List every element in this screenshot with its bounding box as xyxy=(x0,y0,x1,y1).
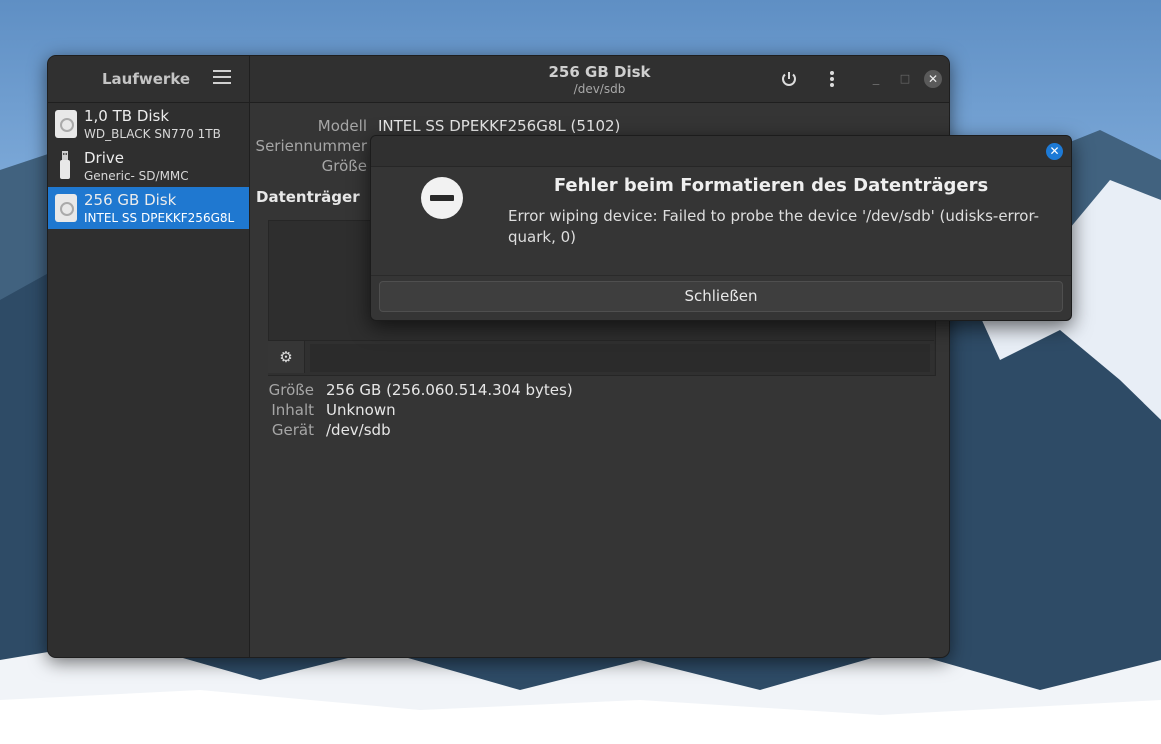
volume-size-value: 256 GB (256.060.514.304 bytes) xyxy=(326,381,573,399)
dialog-message: Error wiping device: Failed to probe the… xyxy=(508,207,1040,246)
divider xyxy=(371,275,1071,276)
sidebar-item-1tb-disk[interactable]: 1,0 TB Disk WD_BLACK SN770 1TB xyxy=(48,103,249,145)
close-button[interactable]: Schließen xyxy=(379,281,1063,312)
volume-content-value: Unknown xyxy=(326,401,396,419)
sidebar: Laufwerke 1,0 TB Disk WD_BLACK SN770 1TB… xyxy=(48,56,250,657)
sidebar-header: Laufwerke xyxy=(48,56,249,103)
drive-name: 256 GB Disk xyxy=(84,191,177,209)
power-off-icon[interactable] xyxy=(778,68,800,90)
usb-drive-icon xyxy=(60,151,70,179)
sidebar-title: Laufwerke xyxy=(102,70,191,88)
disk-icon xyxy=(55,110,77,138)
more-options-icon[interactable] xyxy=(821,68,843,90)
error-icon xyxy=(421,177,463,219)
close-dialog-icon[interactable]: ✕ xyxy=(1046,143,1063,160)
drive-detail: Generic- SD/MMC xyxy=(84,169,189,183)
size-label: Größe xyxy=(321,157,367,175)
sidebar-item-sd-drive[interactable]: Drive Generic- SD/MMC xyxy=(48,145,249,187)
toolbar-spacer xyxy=(310,344,930,372)
error-dialog: ✕ Fehler beim Formatieren des Datenträge… xyxy=(370,135,1072,321)
volume-device-value: /dev/sdb xyxy=(326,421,391,439)
volume-toolbar: ⚙ xyxy=(268,340,934,375)
volume-content-label: Inhalt xyxy=(271,401,314,419)
minimize-icon[interactable]: _ xyxy=(865,68,887,90)
dialog-titlebar: ✕ xyxy=(371,136,1071,167)
model-value: INTEL SS DPEKKF256G8L (5102) xyxy=(378,117,621,135)
disk-icon xyxy=(55,194,77,222)
page-title: 256 GB Disk xyxy=(548,63,651,81)
volume-device-label: Gerät xyxy=(271,421,314,439)
drive-detail: WD_BLACK SN770 1TB xyxy=(84,127,221,141)
sidebar-item-256gb-disk[interactable]: 256 GB Disk INTEL SS DPEKKF256G8L xyxy=(48,187,249,229)
drive-name: Drive xyxy=(84,149,124,167)
volume-size-label: Größe xyxy=(268,381,314,399)
drive-detail: INTEL SS DPEKKF256G8L xyxy=(84,211,235,225)
serial-label: Seriennummer xyxy=(255,137,367,155)
header-bar: 256 GB Disk /dev/sdb _ □ ✕ xyxy=(250,56,949,103)
maximize-icon[interactable]: □ xyxy=(894,68,916,90)
drive-name: 1,0 TB Disk xyxy=(84,107,170,125)
model-label: Modell xyxy=(317,117,367,135)
close-window-button[interactable]: ✕ xyxy=(924,70,942,88)
volumes-section-title: Datenträger xyxy=(256,188,360,206)
dialog-title: Fehler beim Formatieren des Datenträgers xyxy=(553,175,989,196)
page-subtitle: /dev/sdb xyxy=(573,82,626,96)
hamburger-menu-icon[interactable] xyxy=(213,70,231,86)
gear-icon[interactable]: ⚙ xyxy=(268,341,305,373)
